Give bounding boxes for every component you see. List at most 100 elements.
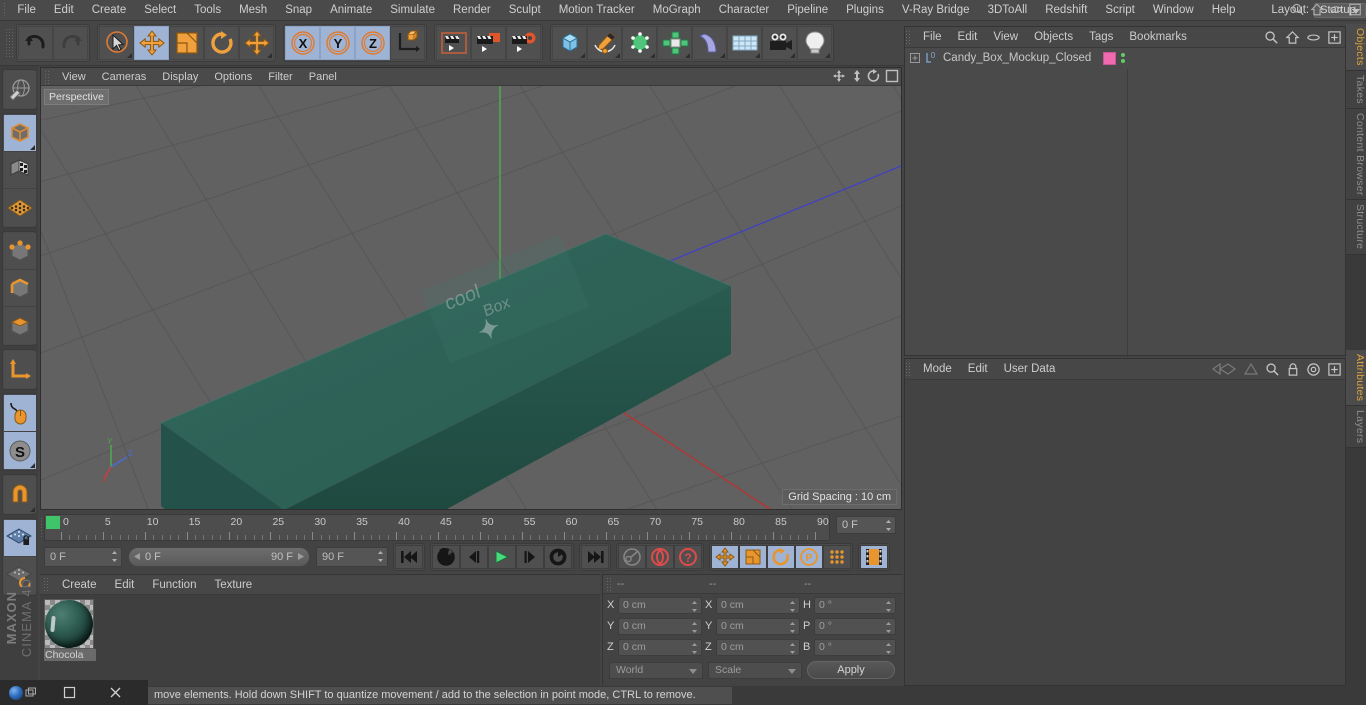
menu-item-file[interactable]: File — [8, 0, 45, 21]
pos-z-field[interactable]: 0 cm — [618, 639, 702, 656]
menu-item-tools[interactable]: Tools — [185, 0, 230, 21]
point-mode-icon[interactable] — [4, 233, 36, 270]
material-menu-function[interactable]: Function — [143, 575, 205, 595]
object-row[interactable]: 0 Candy_Box_Mockup_Closed — [905, 48, 1345, 68]
move-alt-tool-button[interactable] — [239, 26, 274, 60]
start-frame-field[interactable]: 0 F — [44, 547, 122, 567]
material-list[interactable]: Chocola — [40, 595, 600, 687]
ellipse-icon[interactable] — [1306, 30, 1321, 45]
spinner-icon[interactable] — [691, 621, 698, 634]
menu-item-animate[interactable]: Animate — [321, 0, 381, 21]
spinner-icon[interactable] — [789, 621, 796, 634]
magnet-icon[interactable] — [4, 476, 36, 513]
add-spline-pen-button[interactable] — [587, 26, 622, 60]
material-menu-create[interactable]: Create — [53, 575, 106, 595]
maximize-view-icon[interactable] — [885, 69, 899, 83]
edge-mode-icon[interactable] — [4, 270, 36, 307]
viewport-menu-view[interactable]: View — [54, 68, 94, 86]
target-icon[interactable] — [1306, 362, 1321, 377]
object-tree[interactable]: 0 Candy_Box_Mockup_Closed — [905, 48, 1345, 355]
axis-modify-icon[interactable] — [4, 351, 36, 388]
texture-mode-icon[interactable] — [4, 152, 36, 189]
menu-item-script[interactable]: Script — [1096, 0, 1143, 21]
lock-x-axis-button[interactable]: X — [285, 26, 320, 60]
material-menu-texture[interactable]: Texture — [205, 575, 261, 595]
spinner-icon[interactable] — [885, 519, 892, 532]
menu-item-simulate[interactable]: Simulate — [381, 0, 444, 21]
viewport-menu-cameras[interactable]: Cameras — [94, 68, 155, 86]
render-view-button[interactable] — [436, 26, 471, 60]
timeline-ruler[interactable]: 051015202530354045505560657075808590 — [44, 514, 830, 541]
home-icon[interactable] — [1285, 30, 1300, 45]
search-icon[interactable] — [1291, 2, 1305, 17]
spinner-icon[interactable] — [377, 550, 384, 563]
size-x-field[interactable]: 0 cm — [716, 597, 800, 614]
rot-h-field[interactable]: 0 ° — [814, 597, 896, 614]
menu-item-v-ray-bridge[interactable]: V-Ray Bridge — [893, 0, 979, 21]
search-icon[interactable] — [1265, 362, 1280, 377]
add-nurbs-generator-button[interactable] — [622, 26, 657, 60]
toolbar-grip[interactable] — [5, 28, 14, 58]
menu-item-motion-tracker[interactable]: Motion Tracker — [550, 0, 644, 21]
size-z-field[interactable]: 0 cm — [716, 639, 800, 656]
polygon-mode-icon[interactable] — [4, 307, 36, 344]
add-cube-object-button[interactable] — [552, 26, 587, 60]
menu-item-select[interactable]: Select — [135, 0, 185, 21]
object-menu-objects[interactable]: Objects — [1026, 27, 1081, 48]
object-menu-view[interactable]: View — [985, 27, 1026, 48]
world-object-axis-button[interactable] — [390, 26, 425, 60]
attribute-menu-user-data[interactable]: User Data — [996, 359, 1064, 380]
add-layout-icon[interactable] — [1348, 2, 1362, 17]
menu-item-character[interactable]: Character — [710, 0, 779, 21]
spinner-icon[interactable] — [789, 642, 796, 655]
record-scale-button[interactable] — [739, 545, 767, 569]
attribute-manager-grip[interactable] — [905, 362, 912, 377]
search-icon[interactable] — [1264, 30, 1279, 45]
rotate-view-icon[interactable] — [867, 69, 881, 83]
go-to-start-button[interactable] — [395, 545, 423, 569]
menu-item-mesh[interactable]: Mesh — [230, 0, 276, 21]
object-manager-grip[interactable] — [905, 30, 912, 45]
record-rotation-button[interactable] — [767, 545, 795, 569]
object-menu-file[interactable]: File — [915, 27, 950, 48]
go-to-end-button[interactable] — [581, 545, 609, 569]
material-item[interactable]: Chocola — [44, 599, 96, 661]
apply-button[interactable]: Apply — [807, 661, 895, 679]
snap-icon[interactable]: S — [4, 432, 36, 469]
layer-icon[interactable]: 0 — [924, 51, 938, 65]
history-forward-icon[interactable] — [1243, 362, 1259, 377]
add-environment-button[interactable] — [727, 26, 762, 60]
current-frame-field[interactable]: 0 F — [836, 516, 896, 534]
material-tag-icon[interactable] — [1103, 52, 1116, 65]
scale-tool-button[interactable] — [169, 26, 204, 60]
range-left-arrow-icon[interactable] — [133, 552, 142, 561]
object-menu-edit[interactable]: Edit — [950, 27, 986, 48]
spinner-icon[interactable] — [885, 600, 892, 613]
add-array-button[interactable] — [657, 26, 692, 60]
coordinate-manager-grip[interactable] — [606, 577, 613, 591]
taskbar-c4d-app-icon[interactable] — [0, 680, 46, 705]
timeline-filmstrip-button[interactable] — [860, 545, 888, 569]
visibility-dot-render[interactable] — [1121, 59, 1125, 63]
play-button[interactable] — [488, 545, 516, 569]
expand-icon[interactable] — [909, 52, 921, 64]
menu-item-help[interactable]: Help — [1203, 0, 1245, 21]
coordinate-system-select[interactable]: World — [609, 662, 703, 679]
menu-item-plugins[interactable]: Plugins — [837, 0, 893, 21]
add-bend-deformer-button[interactable] — [692, 26, 727, 60]
preview-range-bar[interactable]: 0 F 90 F — [128, 547, 310, 567]
add-camera-button[interactable] — [762, 26, 797, 60]
lock-z-axis-button[interactable]: Z — [355, 26, 390, 60]
viewport-menu-panel[interactable]: Panel — [301, 68, 345, 86]
workplane-lock-icon[interactable] — [4, 520, 36, 557]
render-to-picture-viewer-button[interactable] — [471, 26, 506, 60]
lock-icon[interactable] — [1286, 362, 1300, 377]
lock-y-axis-button[interactable]: Y — [320, 26, 355, 60]
attribute-menu-edit[interactable]: Edit — [960, 359, 996, 380]
menu-item-snap[interactable]: Snap — [276, 0, 321, 21]
material-preview[interactable] — [44, 599, 94, 649]
spinner-icon[interactable] — [691, 642, 698, 655]
viewport-menu-options[interactable]: Options — [206, 68, 260, 86]
menu-item-pipeline[interactable]: Pipeline — [778, 0, 837, 21]
pos-x-field[interactable]: 0 cm — [618, 597, 702, 614]
